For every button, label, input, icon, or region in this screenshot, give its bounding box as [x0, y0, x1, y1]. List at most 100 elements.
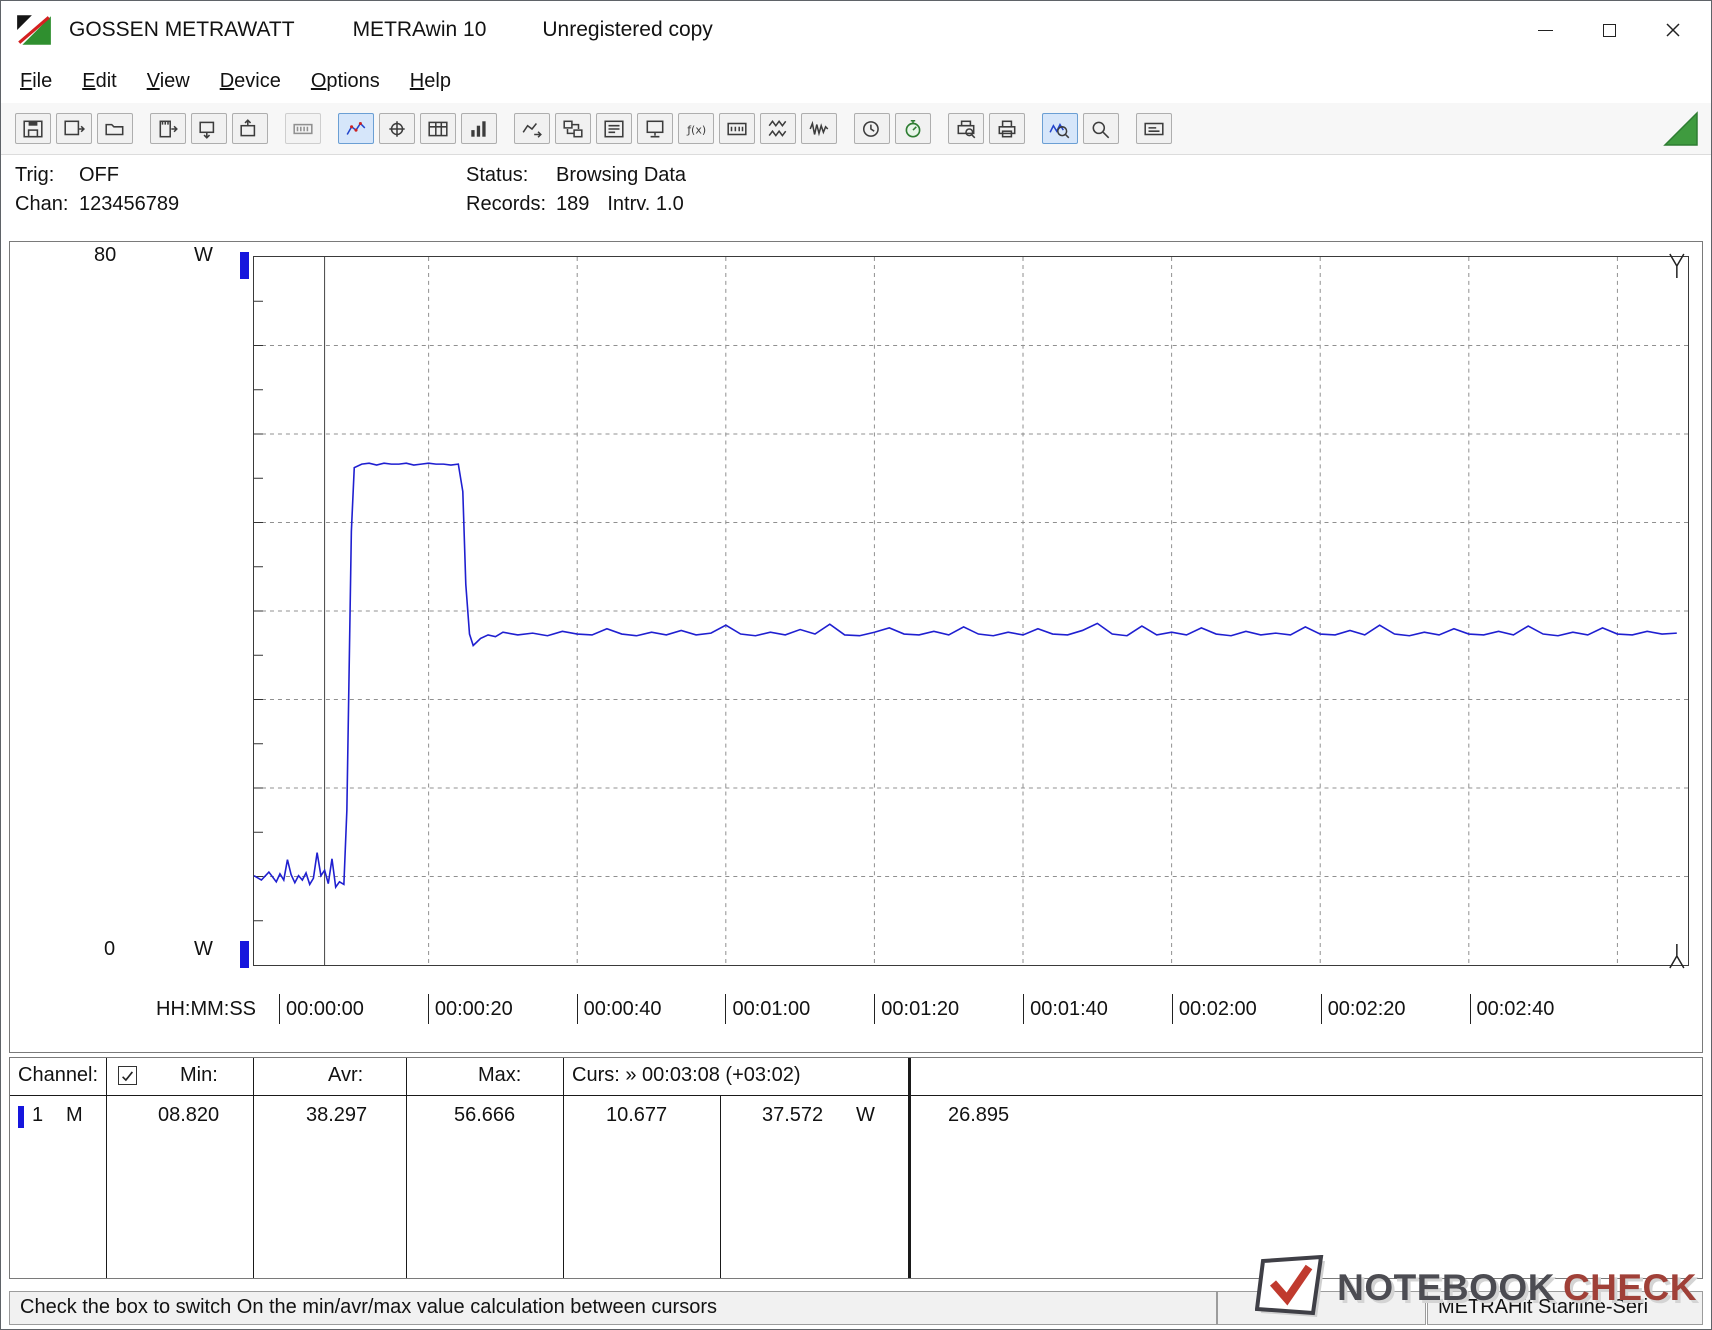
floppy-export-icon: [64, 120, 85, 135]
printer-icon: [998, 120, 1016, 137]
chart-panel: 80 W 0 W HH:MM:SS 00:00:00 00:00:20 00:0…: [9, 241, 1703, 1053]
license-status: Unregistered copy: [542, 18, 713, 41]
split-waveform-button[interactable]: [760, 113, 796, 144]
svg-text:ƒ(x): ƒ(x): [686, 123, 706, 136]
dual-waveform-icon: [768, 119, 787, 137]
corner-triangle-icon: [1663, 111, 1698, 146]
x-axis-tick: 00:01:40: [1023, 994, 1108, 1024]
numeric-display-button[interactable]: [719, 113, 755, 144]
channel-stats-table: Channel: Min: Avr: Max: Curs: » 00:03:08…: [9, 1057, 1703, 1279]
power-trace-chart: [253, 253, 1688, 969]
floppy-disk-icon: [23, 120, 43, 137]
avr-value-cell: 38.297: [306, 1104, 368, 1126]
chan-value: 123456789: [79, 193, 180, 215]
close-button[interactable]: [1641, 8, 1705, 52]
device-upload-icon: [240, 118, 256, 136]
view-group: [338, 113, 497, 144]
monitor-button[interactable]: [637, 113, 673, 144]
device-transfer-group: [150, 113, 268, 144]
minimize-button[interactable]: [1513, 8, 1577, 52]
display-group: [285, 113, 321, 144]
waveform-icon: [809, 120, 829, 136]
zoom-curve-button[interactable]: [1042, 113, 1078, 144]
menu-view[interactable]: View: [132, 60, 205, 102]
cursor2-value-cell: 37.572: [762, 1104, 824, 1126]
toolbar: ƒ(x): [1, 103, 1711, 155]
annotation-button[interactable]: [1136, 113, 1172, 144]
menu-edit[interactable]: Edit: [67, 60, 131, 102]
max-column-header: Max:: [478, 1064, 522, 1086]
open-button[interactable]: [97, 113, 133, 144]
histogram-view-button[interactable]: [461, 113, 497, 144]
crosshair-icon: [389, 120, 405, 137]
x-axis-tick: 00:00:20: [427, 994, 513, 1024]
menu-device[interactable]: Device: [205, 60, 296, 102]
column-divider-thick: [908, 1058, 911, 1278]
table-view-button[interactable]: [420, 113, 456, 144]
save-export-button[interactable]: [56, 113, 92, 144]
menu-help[interactable]: Help: [395, 60, 466, 102]
print-button[interactable]: [989, 113, 1025, 144]
x-axis-tick: 00:02:20: [1320, 994, 1406, 1024]
watermark-text-notebook: NOTEBOOK: [1337, 1267, 1555, 1308]
y-axis-min-label: 0: [104, 938, 116, 960]
watermark-text-check: CHECK: [1562, 1267, 1697, 1308]
trig-label: Trig:: [15, 164, 55, 186]
max-value-cell: 56.666: [454, 1104, 516, 1126]
cursor-column-header: Curs: » 00:03:08 (+03:02): [572, 1064, 801, 1086]
chart-export-button[interactable]: [514, 113, 550, 144]
bar-chart-icon: [471, 120, 486, 137]
zoom-button[interactable]: [1083, 113, 1119, 144]
column-divider: [720, 1095, 721, 1278]
memory-read-button[interactable]: [150, 113, 186, 144]
interval-label: Intrv.: [607, 193, 651, 215]
lcd-display-icon: [293, 123, 313, 134]
column-divider: [563, 1058, 564, 1278]
channel-list-button[interactable]: [596, 113, 632, 144]
data-table-icon: [428, 121, 448, 136]
minmax-checkbox[interactable]: [118, 1066, 137, 1085]
timing-group: [854, 113, 931, 144]
x-axis-tick: 00:00:00: [279, 994, 364, 1024]
channel-column-header: Channel:: [18, 1064, 99, 1086]
cursor1-value-cell: 10.677: [606, 1104, 668, 1126]
maximize-button[interactable]: [1577, 8, 1641, 52]
export-chart-icon: [522, 122, 542, 138]
waveform-button[interactable]: [801, 113, 837, 144]
menu-options[interactable]: Options: [296, 60, 395, 102]
clock-button[interactable]: [854, 113, 890, 144]
print-preview-button[interactable]: [948, 113, 984, 144]
device-send-button[interactable]: [232, 113, 268, 144]
min-value-cell: 08.820: [158, 1104, 220, 1126]
y-axis-unit-top: W: [194, 244, 213, 266]
channel-number-cell: 1: [32, 1104, 44, 1126]
tools-group: ƒ(x): [514, 113, 837, 144]
header-divider: [10, 1095, 1702, 1096]
cursor2-unit-cell: W: [856, 1104, 875, 1126]
status-value: Browsing Data: [556, 164, 687, 186]
title-bar: GOSSEN METRAWATT METRAwin 10 Unregistere…: [1, 1, 1711, 59]
y-cursor-handle-top[interactable]: [240, 252, 249, 279]
trigger-timer-button[interactable]: [895, 113, 931, 144]
records-label: Records:: [466, 193, 547, 215]
settings-transfer-button[interactable]: [555, 113, 591, 144]
plot-area[interactable]: [253, 253, 1689, 969]
x-axis-title: HH:MM:SS: [156, 998, 256, 1020]
acquisition-info: Status: Browsing Data Records: 189 Intrv. 1…: [466, 161, 686, 219]
save-button[interactable]: [15, 113, 51, 144]
device-read-button[interactable]: [191, 113, 227, 144]
chart-view-button[interactable]: [338, 113, 374, 144]
xy-view-button[interactable]: [379, 113, 415, 144]
numeric-panel-icon: [727, 122, 747, 135]
menu-file[interactable]: File: [5, 60, 67, 102]
interval-value: 1.0: [655, 193, 684, 215]
brand-title: GOSSEN METRAWATT: [69, 18, 295, 41]
clock-icon: [862, 120, 879, 137]
annotation-group: [1136, 113, 1172, 144]
formula-button[interactable]: ƒ(x): [678, 113, 714, 144]
lcd-button[interactable]: [285, 113, 321, 144]
x-axis-tick: 00:01:00: [725, 994, 810, 1024]
y-cursor-handle-bottom[interactable]: [240, 941, 249, 968]
gossen-metrawatt-logo-icon: [17, 15, 51, 45]
open-folder-icon: [105, 123, 124, 135]
